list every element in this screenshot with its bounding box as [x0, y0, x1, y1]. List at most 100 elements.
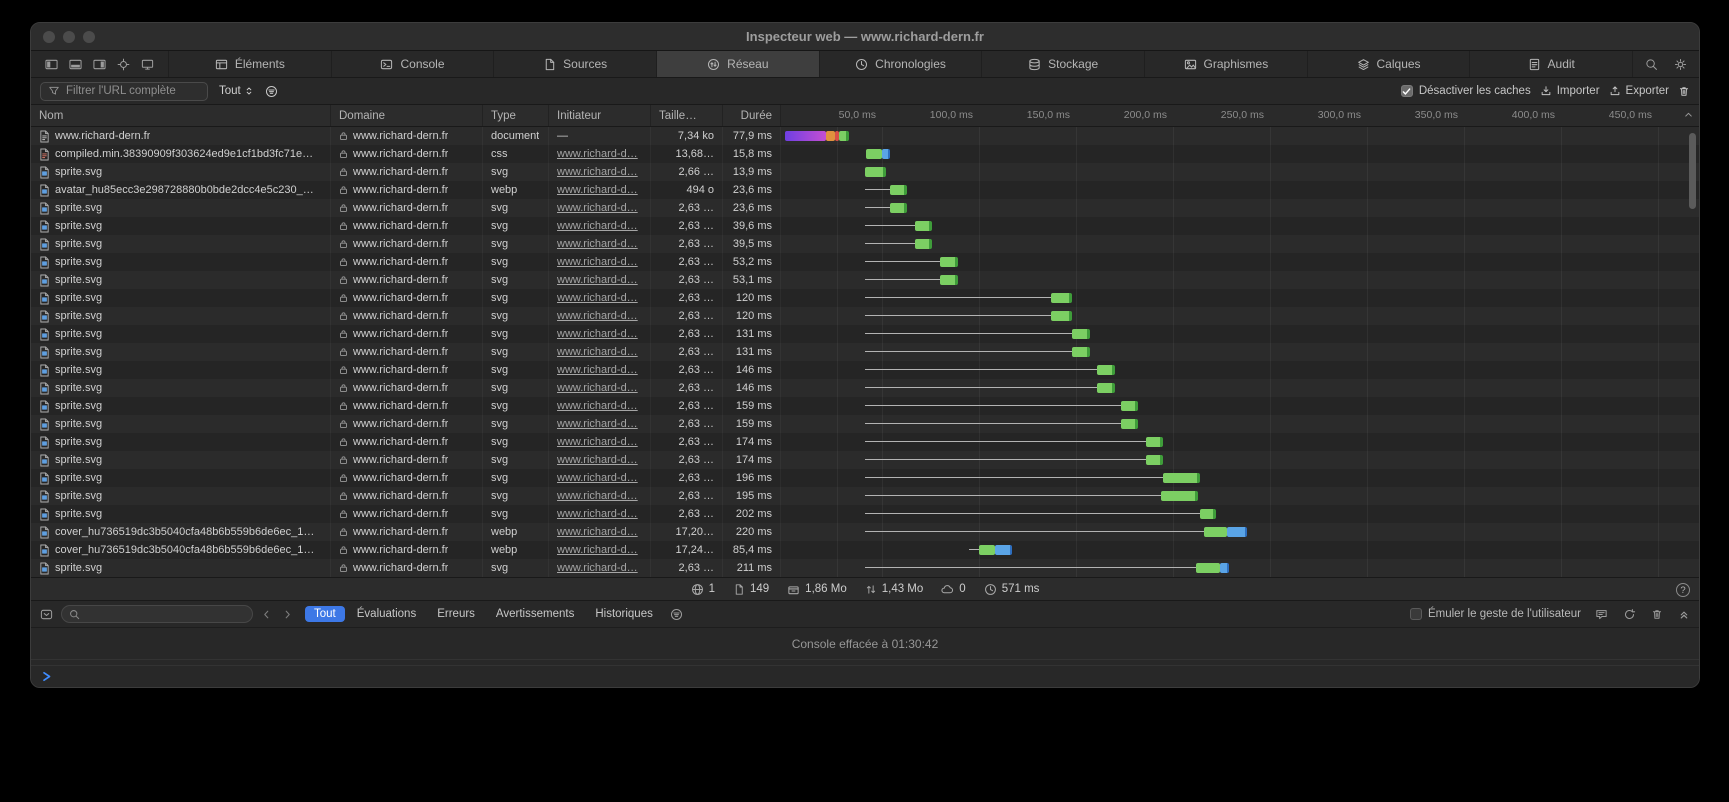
- console-tab-historiques[interactable]: Historiques: [586, 606, 662, 622]
- tab-network[interactable]: Réseau: [657, 51, 820, 77]
- reload-icon[interactable]: [1623, 608, 1636, 621]
- initiator-link[interactable]: www.richard-d…: [557, 256, 638, 268]
- table-row[interactable]: sprite.svgwww.richard-dern.frsvgwww.rich…: [31, 217, 1699, 235]
- filter-options-button[interactable]: [265, 85, 278, 98]
- dock-right-icon[interactable]: [93, 58, 106, 71]
- initiator-link[interactable]: www.richard-d…: [557, 436, 638, 448]
- initiator-link[interactable]: www.richard-d…: [557, 508, 638, 520]
- initiator-link[interactable]: www.richard-d…: [557, 364, 638, 376]
- console-scope-button[interactable]: [40, 608, 53, 621]
- column-header-duration[interactable]: Durée: [723, 105, 781, 126]
- nav-forward-button[interactable]: [282, 608, 293, 621]
- search-icon[interactable]: [1645, 58, 1658, 71]
- column-header-size[interactable]: Taille…: [651, 105, 723, 126]
- table-row[interactable]: sprite.svgwww.richard-dern.frsvgwww.rich…: [31, 271, 1699, 289]
- column-header-type[interactable]: Type: [483, 105, 549, 126]
- table-row[interactable]: sprite.svgwww.richard-dern.frsvgwww.rich…: [31, 415, 1699, 433]
- table-row[interactable]: sprite.svgwww.richard-dern.frsvgwww.rich…: [31, 253, 1699, 271]
- dock-left-icon[interactable]: [45, 58, 58, 71]
- initiator-link[interactable]: www.richard-d…: [557, 418, 638, 430]
- initiator-link[interactable]: www.richard-d…: [557, 166, 638, 178]
- table-row[interactable]: sprite.svgwww.richard-dern.frsvgwww.rich…: [31, 307, 1699, 325]
- help-button[interactable]: ?: [1676, 583, 1690, 597]
- table-row[interactable]: avatar_hu85ecc3e298728880b0bde2dcc4e5c23…: [31, 181, 1699, 199]
- initiator-link[interactable]: www.richard-d…: [557, 202, 638, 214]
- table-row[interactable]: sprite.svgwww.richard-dern.frsvgwww.rich…: [31, 487, 1699, 505]
- initiator-link[interactable]: www.richard-d…: [557, 346, 638, 358]
- clear-network-button[interactable]: [1678, 85, 1690, 98]
- resource-type-dropdown[interactable]: Tout: [217, 85, 256, 97]
- table-row[interactable]: sprite.svgwww.richard-dern.frsvgwww.rich…: [31, 343, 1699, 361]
- table-row[interactable]: sprite.svgwww.richard-dern.frsvgwww.rich…: [31, 505, 1699, 523]
- initiator-link[interactable]: www.richard-d…: [557, 562, 638, 574]
- initiator-link[interactable]: www.richard-d…: [557, 382, 638, 394]
- table-row[interactable]: sprite.svgwww.richard-dern.frsvgwww.rich…: [31, 433, 1699, 451]
- initiator-link[interactable]: www.richard-d…: [557, 526, 638, 538]
- console-prompt[interactable]: [31, 665, 1699, 687]
- console-tab-tout[interactable]: Tout: [305, 606, 345, 622]
- initiator-link[interactable]: www.richard-d…: [557, 400, 638, 412]
- nav-back-button[interactable]: [261, 608, 272, 621]
- table-row[interactable]: sprite.svgwww.richard-dern.frsvgwww.rich…: [31, 379, 1699, 397]
- scrollbar-thumb[interactable]: [1689, 133, 1696, 209]
- table-row[interactable]: sprite.svgwww.richard-dern.frsvgwww.rich…: [31, 469, 1699, 487]
- table-row[interactable]: sprite.svgwww.richard-dern.frsvgwww.rich…: [31, 325, 1699, 343]
- table-row[interactable]: sprite.svgwww.richard-dern.frsvgwww.rich…: [31, 235, 1699, 253]
- tab-elements[interactable]: Éléments: [169, 51, 332, 77]
- table-row[interactable]: sprite.svgwww.richard-dern.frsvgwww.rich…: [31, 451, 1699, 469]
- responsive-mode-icon[interactable]: [141, 58, 154, 71]
- table-row[interactable]: compiled.min.38390909f303624ed9e1cf1bd3f…: [31, 145, 1699, 163]
- tab-sources[interactable]: Sources: [494, 51, 657, 77]
- url-filter-input[interactable]: Filtrer l'URL complète: [40, 82, 208, 101]
- initiator-link[interactable]: www.richard-d…: [557, 184, 638, 196]
- zoom-button[interactable]: [83, 31, 95, 43]
- console-messages-icon[interactable]: [1595, 608, 1608, 621]
- table-row[interactable]: sprite.svgwww.richard-dern.frsvgwww.rich…: [31, 397, 1699, 415]
- gear-icon[interactable]: [1674, 58, 1687, 71]
- tab-console[interactable]: Console: [332, 51, 495, 77]
- table-row[interactable]: cover_hu736519dc3b5040cfa48b6b559b6de6ec…: [31, 523, 1699, 541]
- initiator-link[interactable]: www.richard-d…: [557, 148, 638, 160]
- table-row[interactable]: sprite.svgwww.richard-dern.frsvgwww.rich…: [31, 361, 1699, 379]
- tab-storage[interactable]: Stockage: [982, 51, 1145, 77]
- column-header-initiator[interactable]: Initiateur: [549, 105, 651, 126]
- tab-layers[interactable]: Calques: [1308, 51, 1471, 77]
- initiator-link[interactable]: www.richard-d…: [557, 454, 638, 466]
- initiator-link[interactable]: www.richard-d…: [557, 274, 638, 286]
- console-tab-avertissements[interactable]: Avertissements: [487, 606, 583, 622]
- initiator-link[interactable]: www.richard-d…: [557, 238, 638, 250]
- table-row[interactable]: sprite.svgwww.richard-dern.frsvgwww.rich…: [31, 289, 1699, 307]
- console-tab-erreurs[interactable]: Erreurs: [428, 606, 484, 622]
- close-button[interactable]: [43, 31, 55, 43]
- initiator-link[interactable]: www.richard-d…: [557, 328, 638, 340]
- scroll-up-icon[interactable]: [1683, 109, 1694, 120]
- clear-console-button[interactable]: [1651, 608, 1663, 621]
- disable-caches-checkbox[interactable]: Désactiver les caches: [1401, 85, 1531, 97]
- column-header-name[interactable]: Nom: [31, 105, 331, 126]
- column-header-domain[interactable]: Domaine: [331, 105, 483, 126]
- resize-console-icon[interactable]: [1678, 608, 1690, 621]
- table-row[interactable]: sprite.svgwww.richard-dern.frsvgwww.rich…: [31, 559, 1699, 577]
- console-options-button[interactable]: [670, 608, 683, 621]
- import-button[interactable]: Importer: [1540, 85, 1600, 97]
- export-button[interactable]: Exporter: [1609, 85, 1669, 97]
- element-picker-icon[interactable]: [117, 58, 130, 71]
- dock-bottom-icon[interactable]: [69, 58, 82, 71]
- initiator-link[interactable]: www.richard-d…: [557, 490, 638, 502]
- tab-timelines[interactable]: Chronologies: [820, 51, 983, 77]
- table-row[interactable]: www.richard-dern.frwww.richard-dern.frdo…: [31, 127, 1699, 145]
- titlebar[interactable]: Inspecteur web — www.richard-dern.fr: [31, 23, 1699, 51]
- initiator-link[interactable]: www.richard-d…: [557, 472, 638, 484]
- console-tab-évaluations[interactable]: Évaluations: [348, 606, 425, 622]
- tab-audit[interactable]: Audit: [1470, 51, 1633, 77]
- tab-graphics[interactable]: Graphismes: [1145, 51, 1308, 77]
- table-row[interactable]: cover_hu736519dc3b5040cfa48b6b559b6de6ec…: [31, 541, 1699, 559]
- initiator-link[interactable]: www.richard-d…: [557, 310, 638, 322]
- table-row[interactable]: sprite.svgwww.richard-dern.frsvgwww.rich…: [31, 199, 1699, 217]
- console-search-input[interactable]: [61, 605, 253, 623]
- minimize-button[interactable]: [63, 31, 75, 43]
- initiator-link[interactable]: www.richard-d…: [557, 220, 638, 232]
- initiator-link[interactable]: www.richard-d…: [557, 292, 638, 304]
- initiator-link[interactable]: www.richard-d…: [557, 544, 638, 556]
- table-row[interactable]: sprite.svgwww.richard-dern.frsvgwww.rich…: [31, 163, 1699, 181]
